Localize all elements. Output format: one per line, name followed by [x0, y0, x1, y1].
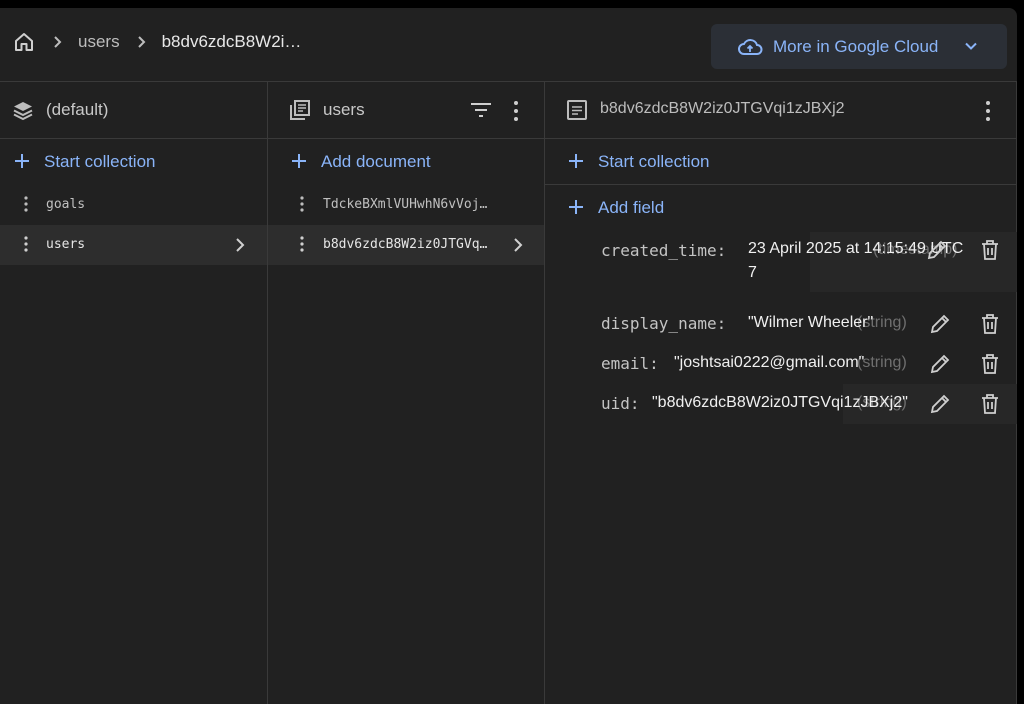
chevron-right-icon [54, 36, 62, 48]
more-in-google-cloud-button[interactable]: More in Google Cloud [711, 24, 1007, 69]
delete-trash-icon[interactable] [979, 312, 1001, 336]
field-value-wrap: 7 [748, 264, 757, 281]
start-subcollection-button[interactable]: Start collection [545, 139, 1016, 185]
collection-item-users[interactable]: users [0, 225, 267, 265]
more-vert-icon[interactable] [24, 195, 28, 213]
field-key: created_time: [601, 241, 727, 260]
more-vert-icon[interactable] [513, 100, 519, 122]
field-row-email[interactable]: email: (string) "joshtsai0222@gmail.com" [545, 344, 1017, 384]
edit-pencil-icon[interactable] [928, 392, 952, 416]
database-title: (default) [46, 100, 109, 119]
more-vert-icon[interactable] [300, 195, 304, 213]
document-icon [567, 100, 587, 120]
add-field-label: Add field [598, 198, 665, 217]
delete-trash-icon[interactable] [979, 238, 1001, 262]
document-title: b8dv6zdcB8W2iz0JTGVqi1zJBXj2 [600, 100, 845, 117]
breadcrumb-document[interactable]: b8dv6zdcB8W2i… [162, 32, 302, 52]
edit-pencil-icon[interactable] [928, 312, 952, 336]
collection-title: users [323, 100, 365, 119]
delete-trash-icon[interactable] [979, 352, 1001, 376]
firestore-console: users b8dv6zdcB8W2i… More in Google Clou… [0, 8, 1017, 704]
chevron-right-icon [514, 238, 523, 252]
google-cloud-label: More in Google Cloud [773, 36, 939, 56]
add-field-button[interactable]: Add field [545, 185, 1016, 231]
field-value[interactable]: "b8dv6zdcB8W2iz0JTGVqi1zJBXj2" [652, 394, 908, 412]
more-vert-icon[interactable] [24, 235, 28, 253]
collection-icon [290, 100, 310, 120]
document-item-selected[interactable]: b8dv6zdcB8W2iz0JTGVq… [268, 225, 544, 265]
top-header: users b8dv6zdcB8W2i… More in Google Clou… [0, 8, 1017, 82]
field-value[interactable]: "Wilmer Wheeler" [748, 314, 873, 332]
collection-name: goals [46, 197, 86, 212]
plus-icon [569, 154, 583, 168]
start-collection-label: Start collection [44, 152, 156, 171]
field-type: (string) [857, 354, 907, 371]
chevron-right-icon [236, 238, 245, 252]
edit-pencil-icon[interactable] [925, 238, 949, 262]
field-row-created-time[interactable]: created_time: (timestamp) 23 April 2025 … [545, 232, 1017, 292]
breadcrumb-users[interactable]: users [78, 32, 120, 52]
collection-header: users [268, 82, 544, 139]
field-key: display_name: [601, 314, 727, 333]
field-value[interactable]: "joshtsai0222@gmail.com" [674, 354, 864, 372]
field-key: email: [601, 354, 659, 373]
collection-item-goals[interactable]: goals [0, 185, 267, 225]
database-panel: (default) Start collection goals users [0, 82, 268, 704]
filter-icon[interactable] [470, 102, 492, 118]
more-vert-icon[interactable] [300, 235, 304, 253]
field-row-uid[interactable]: uid: (string) "b8dv6zdcB8W2iz0JTGVqi1zJB… [545, 384, 1017, 424]
delete-trash-icon[interactable] [979, 392, 1001, 416]
database-stack-icon [13, 102, 33, 121]
database-header: (default) [0, 82, 267, 139]
start-collection-button[interactable]: Start collection [0, 139, 267, 185]
plus-icon [15, 154, 29, 168]
chevron-right-icon [137, 36, 145, 48]
field-row-display-name[interactable]: display_name: (string) "Wilmer Wheeler" [545, 304, 1017, 344]
home-icon[interactable] [12, 30, 36, 54]
cloud-icon [738, 38, 763, 55]
more-vert-icon[interactable] [985, 100, 991, 122]
chevron-down-icon [965, 42, 977, 50]
document-id: TdckeBXmlVUHwhN6vVoj… [323, 197, 488, 212]
breadcrumb: users b8dv6zdcB8W2i… [12, 30, 301, 54]
collection-name: users [46, 237, 86, 252]
document-panel: b8dv6zdcB8W2iz0JTGVqi1zJBXj2 Start colle… [545, 82, 1017, 704]
start-collection-label: Start collection [598, 152, 710, 171]
field-key: uid: [601, 394, 640, 413]
add-document-label: Add document [321, 152, 431, 171]
document-item[interactable]: TdckeBXmlVUHwhN6vVoj… [268, 185, 544, 225]
plus-icon [569, 200, 583, 214]
collection-panel: users Add document TdckeBXmlVUHwhN6vVoj… [268, 82, 545, 704]
edit-pencil-icon[interactable] [928, 352, 952, 376]
document-header: b8dv6zdcB8W2iz0JTGVqi1zJBXj2 [545, 82, 1016, 139]
plus-icon [292, 154, 306, 168]
add-document-button[interactable]: Add document [268, 139, 544, 185]
document-id: b8dv6zdcB8W2iz0JTGVq… [323, 237, 488, 252]
